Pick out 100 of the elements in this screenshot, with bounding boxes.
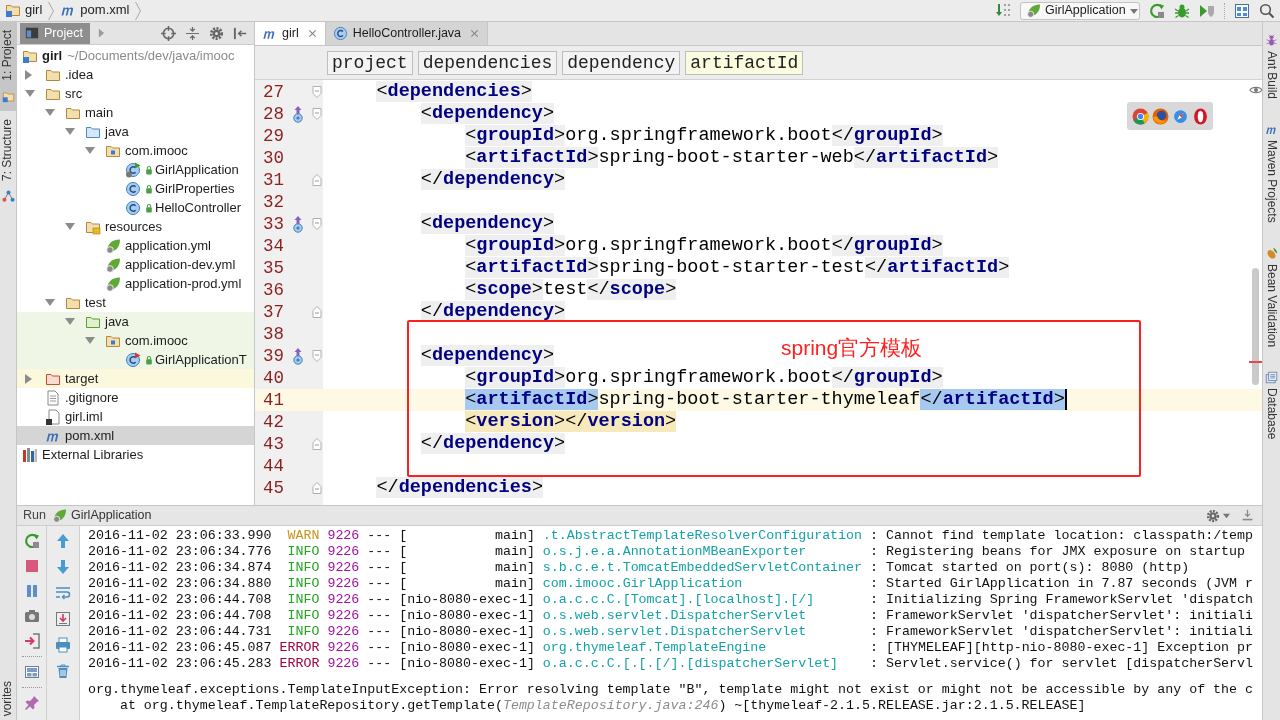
tree-item[interactable]: application-dev.yml <box>17 255 254 274</box>
tree-item[interactable]: GirlProperties <box>17 179 254 198</box>
caret-down-icon[interactable] <box>65 222 75 231</box>
trash-icon[interactable] <box>55 663 71 679</box>
tool-window-tab[interactable]: Bean Validation <box>1263 246 1280 347</box>
breadcrumb-item[interactable]: girl <box>5 2 43 19</box>
browser-icon[interactable] <box>1151 107 1169 125</box>
tool-window-tab[interactable]: Database <box>1263 370 1280 440</box>
fold-marker-icon[interactable] <box>311 86 322 98</box>
library-icon <box>22 446 38 463</box>
tree-item[interactable]: target <box>17 369 254 388</box>
hide-panel-icon[interactable] <box>233 25 248 41</box>
fold-marker-icon[interactable] <box>311 174 322 186</box>
breadcrumb-item[interactable]: project <box>327 50 413 75</box>
triangle-right-icon[interactable] <box>97 28 105 38</box>
tree-item[interactable]: com.imooc <box>17 141 254 160</box>
breadcrumb-item[interactable]: artifactId <box>685 50 804 75</box>
play-shield-icon[interactable] <box>1199 2 1215 19</box>
download-arrow-icon[interactable] <box>995 2 1011 19</box>
tree-item[interactable]: pom.xml <box>17 426 254 445</box>
caret-icon[interactable] <box>1223 512 1230 519</box>
tool-window-tab[interactable]: 1: Project <box>0 22 16 111</box>
scroll-to-end-icon[interactable] <box>55 611 71 627</box>
xml-tag: <version> <box>465 411 566 432</box>
pin-icon[interactable] <box>23 695 40 711</box>
bug-icon[interactable] <box>1174 2 1190 19</box>
tree-item[interactable]: .gitignore <box>17 388 254 407</box>
tree-item[interactable]: resources <box>17 217 254 236</box>
editor-tab[interactable]: girl <box>255 22 326 45</box>
tree-item[interactable]: src <box>17 84 254 103</box>
collapse-icon[interactable] <box>185 25 200 41</box>
tool-window-tab[interactable]: Ant Build <box>1263 34 1280 100</box>
fold-marker-icon[interactable] <box>311 306 322 318</box>
tree-item[interactable]: .idea <box>17 65 254 84</box>
rerun-icon[interactable] <box>1149 2 1165 19</box>
fold-marker-icon[interactable] <box>311 108 322 120</box>
rerun-icon[interactable] <box>23 533 40 549</box>
close-icon[interactable] <box>470 29 480 38</box>
log-line: 2016-11-02 23:06:34.874 INFO 9226 --- [ main] s.b.c.e.t.TomcatEmbeddedServletContainer : Tomcat started on port(s): 8080 (http) <box>88 560 1191 576</box>
caret-down-icon[interactable] <box>25 89 35 98</box>
tree-item[interactable]: girl.iml <box>17 407 254 426</box>
caret-down-icon[interactable] <box>45 298 55 307</box>
fold-marker-icon[interactable] <box>311 218 322 230</box>
tree-item[interactable]: GirlApplication <box>17 160 254 179</box>
caret-down-icon[interactable] <box>65 127 75 136</box>
fold-marker-icon[interactable] <box>311 438 322 450</box>
caret-down-icon[interactable] <box>85 146 95 155</box>
panel-icon <box>25 26 39 40</box>
exit-icon[interactable] <box>23 633 40 649</box>
browser-icon[interactable] <box>1131 107 1149 125</box>
arrow-circle-icon[interactable] <box>292 105 304 123</box>
tree-item[interactable]: girl ~/Documents/dev/java/imooc <box>17 46 254 65</box>
settings-icon[interactable] <box>209 25 224 41</box>
tool-window-tab[interactable]: vorites <box>0 672 16 720</box>
eye-icon[interactable] <box>1249 85 1262 95</box>
line-number: 35 <box>262 257 285 279</box>
stop-icon[interactable] <box>23 558 40 574</box>
breadcrumb-item[interactable]: dependency <box>562 50 681 75</box>
tree-item[interactable]: test <box>17 293 254 312</box>
tree-item[interactable]: External Libraries <box>17 445 254 464</box>
minimize-icon[interactable] <box>1241 509 1254 522</box>
camera-icon[interactable] <box>23 608 40 624</box>
soft-wrap-icon[interactable] <box>55 585 71 601</box>
fold-marker-icon[interactable] <box>311 350 322 362</box>
tool-window-tab[interactable]: Maven Projects <box>1263 123 1280 223</box>
down-arrow-icon[interactable] <box>55 559 71 575</box>
tree-item[interactable]: application-prod.yml <box>17 274 254 293</box>
crosshair-icon[interactable] <box>161 25 176 41</box>
caret-right-icon[interactable] <box>25 69 33 80</box>
caret-right-icon[interactable] <box>25 373 33 384</box>
grid-window-icon[interactable] <box>1234 2 1250 19</box>
settings-icon[interactable] <box>1206 508 1220 523</box>
breadcrumb-item[interactable]: dependencies <box>417 50 558 75</box>
run-config-dropdown[interactable]: GirlApplication <box>1020 1 1140 20</box>
breadcrumb-item[interactable]: pom.xml <box>60 2 130 19</box>
tree-item[interactable]: main <box>17 103 254 122</box>
close-icon[interactable] <box>307 29 317 38</box>
caret-down-icon[interactable] <box>65 317 75 326</box>
browser-icon[interactable] <box>1191 107 1209 125</box>
tree-item[interactable]: com.imooc <box>17 331 254 350</box>
log-line: 2016-11-02 23:06:45.283 ERROR 9226 --- [nio-8080-exec-1] o.a.c.c.C.[.[.[/].[dispatcherServlet] : Servlet.service() for servlet [dispatcherServl <box>88 656 1255 672</box>
caret-down-icon[interactable] <box>85 336 95 345</box>
arrow-circle-icon[interactable] <box>292 215 304 233</box>
tree-item[interactable]: HelloController <box>17 198 254 217</box>
arrow-circle-icon[interactable] <box>292 347 304 365</box>
tree-item[interactable]: GirlApplicationT <box>17 350 254 369</box>
editor-tab[interactable]: HelloController.java <box>325 22 489 45</box>
caret-down-icon[interactable] <box>45 108 55 117</box>
run-tab[interactable]: GirlApplication <box>51 507 152 524</box>
tree-item[interactable]: java <box>17 312 254 331</box>
scrollbar-thumb[interactable] <box>1252 268 1259 385</box>
tree-item[interactable]: java <box>17 122 254 141</box>
search-icon[interactable] <box>1259 2 1275 19</box>
layout-icon[interactable] <box>23 664 40 680</box>
browser-icon[interactable] <box>1171 107 1189 125</box>
tree-item[interactable]: application.yml <box>17 236 254 255</box>
fold-marker-icon[interactable] <box>311 482 322 494</box>
print-icon[interactable] <box>55 637 71 653</box>
tool-window-tab[interactable]: 7: Structure <box>0 110 16 211</box>
up-arrow-icon[interactable] <box>55 533 71 549</box>
